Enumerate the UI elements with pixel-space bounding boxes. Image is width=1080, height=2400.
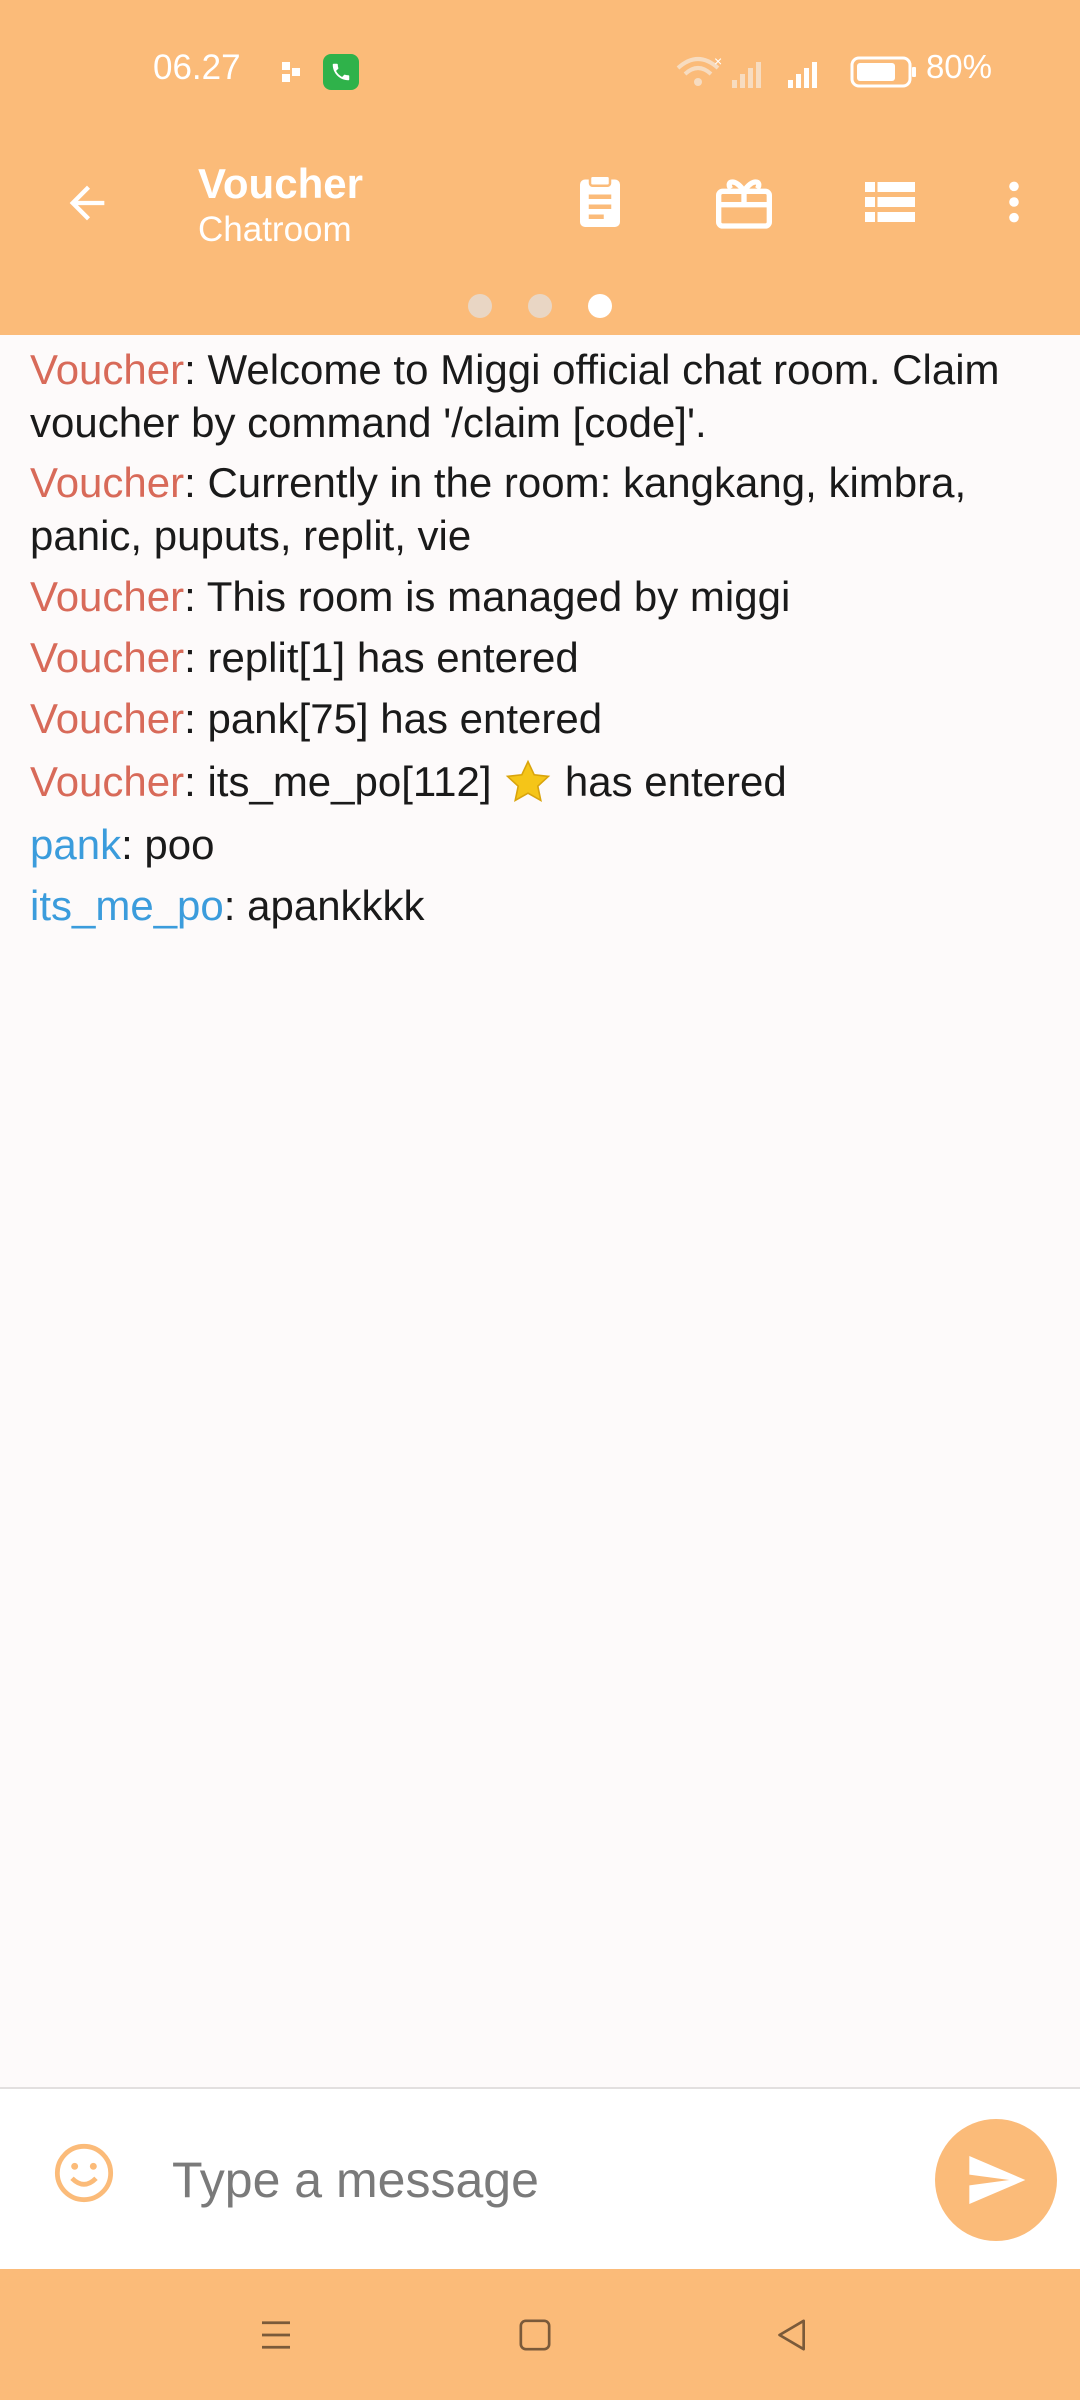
system-nav-bar [0, 2269, 1080, 2400]
arrow-left-icon [69, 185, 105, 221]
nav-menu-button[interactable] [246, 2305, 306, 2365]
gift-icon [716, 179, 772, 229]
status-time: 06.27 [153, 48, 241, 87]
message-text: : This room is managed by miggi [184, 573, 791, 620]
list-icon [865, 182, 915, 222]
phone-call-icon [323, 54, 359, 90]
more-vert-icon [1009, 181, 1019, 223]
svg-text:×: × [714, 53, 722, 69]
star-icon [505, 759, 551, 802]
chat-message: Voucher: Welcome to Miggi official chat … [30, 343, 1050, 449]
notification-dots-icon [282, 62, 300, 82]
emoji-button[interactable] [52, 2141, 116, 2205]
send-icon [969, 2156, 1026, 2204]
chat-message: Voucher: replit[1] has entered [30, 631, 1050, 684]
triangle-back-icon [778, 2319, 805, 2351]
message-text: : apankkkk [223, 882, 425, 929]
gift-button[interactable] [702, 160, 786, 244]
message-sender[interactable]: Voucher [30, 346, 184, 393]
list-button[interactable] [848, 160, 932, 244]
message-sender[interactable]: Voucher [30, 573, 184, 620]
chat-message: its_me_po: apankkkk [30, 879, 1050, 932]
message-input[interactable] [170, 2129, 904, 2231]
nav-home-button[interactable] [505, 2305, 565, 2365]
message-text: has entered [553, 758, 787, 805]
message-sender[interactable]: Voucher [30, 758, 184, 805]
status-bar: 06.27 × 80% [0, 0, 1080, 140]
message-text: : replit[1] has entered [184, 634, 579, 681]
message-composer [0, 2087, 1080, 2271]
battery-icon [850, 56, 916, 88]
room-title: Voucher [198, 160, 363, 207]
message-text: : poo [121, 821, 215, 868]
app-bar: Voucher Chatroom [0, 140, 1080, 335]
message-sender[interactable]: Voucher [30, 459, 184, 506]
battery-percent: 80% [925, 48, 992, 85]
more-options-button[interactable] [972, 160, 1056, 244]
message-text: : its_me_po[112] [184, 758, 504, 805]
room-subtitle: Chatroom [198, 210, 352, 249]
message-sender[interactable]: Voucher [30, 695, 184, 742]
chat-message: Voucher: Currently in the room: kangkang… [30, 456, 1050, 562]
chat-message: Voucher: This room is managed by miggi [30, 570, 1050, 623]
message-text: : pank[75] has entered [184, 695, 603, 742]
clipboard-icon [580, 174, 620, 227]
clipboard-button[interactable] [558, 160, 642, 244]
chat-message: Voucher: pank[75] has entered [30, 692, 1050, 745]
smiley-icon [54, 2143, 114, 2203]
message-sender[interactable]: Voucher [30, 634, 184, 681]
nav-back-button[interactable] [762, 2305, 822, 2365]
signal-wifi-icons: × [676, 53, 817, 88]
chat-message: Voucher: its_me_po[112] has entered [30, 755, 1050, 808]
chat-message-list[interactable]: Voucher: Welcome to Miggi official chat … [0, 335, 1080, 2085]
chat-message: pank: poo [30, 818, 1050, 871]
menu-icon [262, 2321, 290, 2349]
message-sender[interactable]: its_me_po [30, 882, 224, 929]
home-square-icon [519, 2319, 551, 2351]
back-button[interactable] [52, 168, 122, 238]
page-indicator [468, 294, 612, 318]
page-dot[interactable] [468, 294, 492, 318]
message-sender[interactable]: pank [30, 821, 121, 868]
send-button[interactable] [935, 2119, 1057, 2241]
page-dot[interactable] [528, 294, 552, 318]
page-dot-active[interactable] [588, 294, 612, 318]
